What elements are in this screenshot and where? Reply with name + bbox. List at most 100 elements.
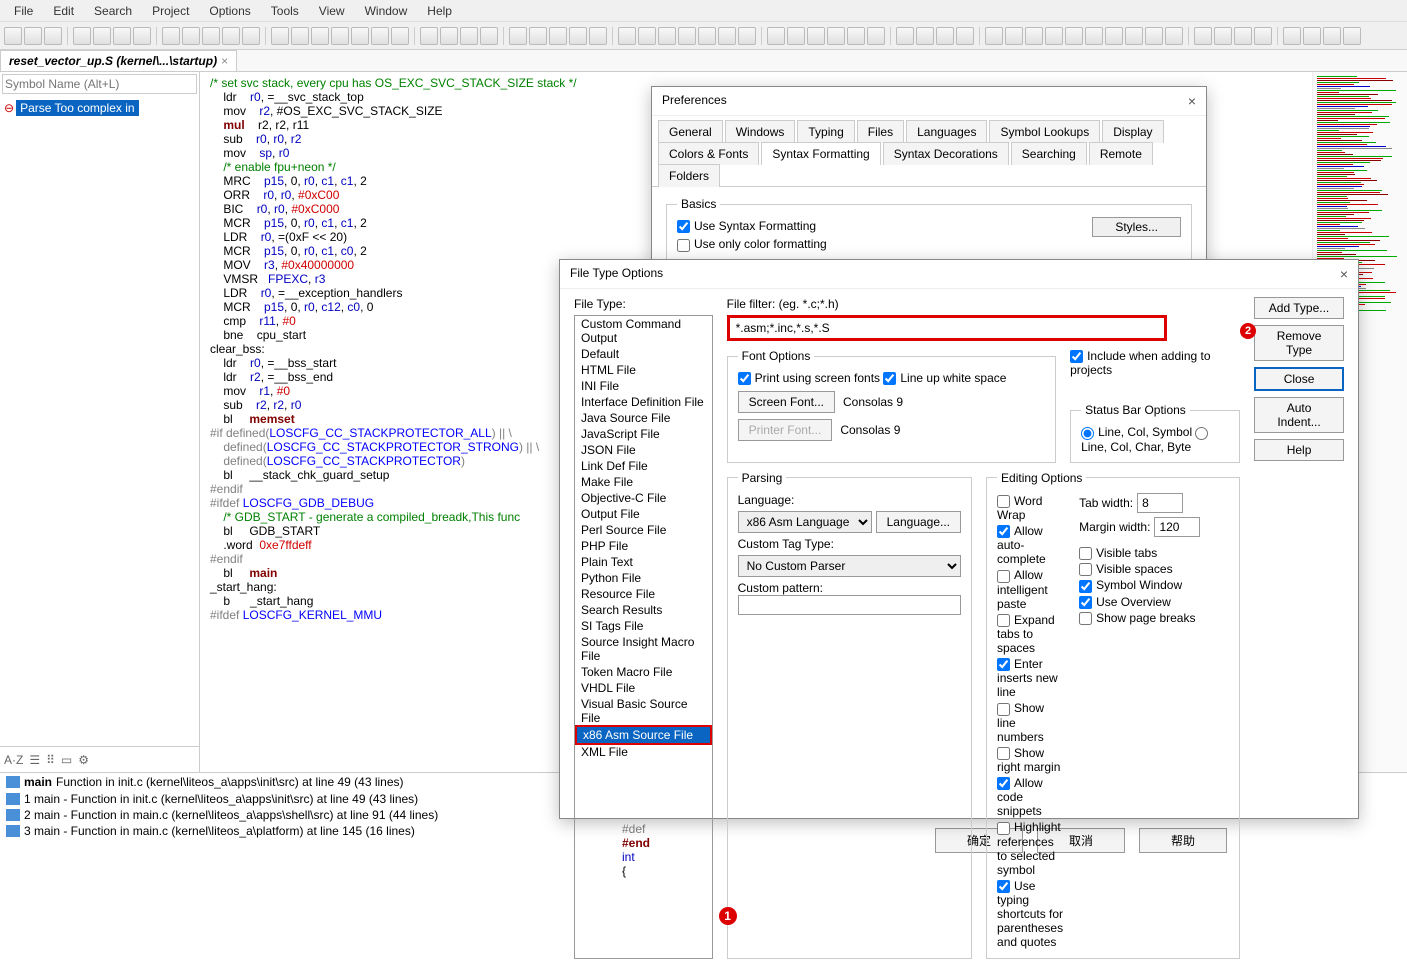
tb-btn[interactable] (1145, 27, 1163, 45)
book-icon[interactable]: ▭ (61, 753, 72, 767)
file-type-item[interactable]: Link Def File (575, 458, 712, 474)
tab-folders[interactable]: Folders (658, 164, 720, 187)
tb-btn[interactable] (162, 27, 180, 45)
file-type-item[interactable]: VHDL File (575, 680, 712, 696)
gear-icon[interactable]: ⚙ (78, 753, 89, 767)
edit-option[interactable]: Visible spaces (1079, 561, 1229, 577)
menu-window[interactable]: Window (355, 4, 418, 18)
tb-btn[interactable] (1303, 27, 1321, 45)
tb-btn[interactable] (93, 27, 111, 45)
tb-btn[interactable] (1194, 27, 1212, 45)
tb-btn[interactable] (420, 27, 438, 45)
tb-btn[interactable] (1125, 27, 1143, 45)
tb-btn[interactable] (1323, 27, 1341, 45)
help-button[interactable]: Help (1254, 439, 1344, 461)
tb-btn[interactable] (787, 27, 805, 45)
tb-btn[interactable] (738, 27, 756, 45)
edit-option[interactable]: Allow intelligent paste (997, 567, 1063, 611)
tab-syntax-formatting[interactable]: Syntax Formatting (761, 142, 880, 165)
custom-parser-select[interactable]: No Custom Parser (738, 555, 961, 577)
add-type-button[interactable]: Add Type... (1254, 297, 1344, 319)
tab-languages[interactable]: Languages (906, 120, 987, 143)
edit-option[interactable]: Enter inserts new line (997, 656, 1063, 700)
file-type-item[interactable]: PHP File (575, 538, 712, 554)
tb-btn[interactable] (916, 27, 934, 45)
tab-windows[interactable]: Windows (725, 120, 796, 143)
grid-icon[interactable]: ⠿ (46, 753, 55, 767)
tab-colors-fonts[interactable]: Colors & Fonts (658, 142, 759, 165)
tab-searching[interactable]: Searching (1011, 142, 1087, 165)
edit-option[interactable]: Show right margin (997, 745, 1063, 775)
tb-btn[interactable] (440, 27, 458, 45)
file-type-item[interactable]: Make File (575, 474, 712, 490)
file-type-item[interactable]: Visual Basic Source File (575, 696, 712, 726)
edit-option[interactable]: Highlight references to selected symbol (997, 819, 1063, 877)
tb-btn[interactable] (351, 27, 369, 45)
edit-option[interactable]: Use Overview (1079, 594, 1229, 610)
tb-btn[interactable] (985, 27, 1003, 45)
tab-symbol-lookups[interactable]: Symbol Lookups (989, 120, 1100, 143)
tb-btn[interactable] (807, 27, 825, 45)
file-type-item[interactable]: Search Results (575, 602, 712, 618)
close-button[interactable]: Close (1254, 367, 1344, 391)
file-type-item[interactable]: JSON File (575, 442, 712, 458)
menu-file[interactable]: File (4, 4, 43, 18)
tb-btn[interactable] (182, 27, 200, 45)
tb-btn[interactable] (113, 27, 131, 45)
menu-view[interactable]: View (309, 4, 355, 18)
menu-search[interactable]: Search (84, 4, 142, 18)
tb-btn[interactable] (222, 27, 240, 45)
tb-btn[interactable] (460, 27, 478, 45)
file-type-item[interactable]: Token Macro File (575, 664, 712, 680)
tb-btn[interactable] (1045, 27, 1063, 45)
printer-font-button[interactable]: Printer Font... (738, 419, 833, 441)
file-type-item[interactable]: Objective-C File (575, 490, 712, 506)
tb-btn[interactable] (896, 27, 914, 45)
sort-icon[interactable]: A·Z (4, 753, 23, 767)
file-type-item[interactable]: HTML File (575, 362, 712, 378)
tb-btn[interactable] (480, 27, 498, 45)
list-icon[interactable]: ☰ (29, 753, 40, 767)
language-button[interactable]: Language... (876, 511, 961, 533)
tb-btn[interactable] (271, 27, 289, 45)
file-type-item[interactable]: Resource File (575, 586, 712, 602)
tab-general[interactable]: General (658, 120, 723, 143)
tb-btn[interactable] (569, 27, 587, 45)
tab-typing[interactable]: Typing (797, 120, 854, 143)
tb-btn[interactable] (1234, 27, 1252, 45)
tb-btn[interactable] (827, 27, 845, 45)
tb-btn[interactable] (1085, 27, 1103, 45)
menu-edit[interactable]: Edit (43, 4, 84, 18)
menu-help[interactable]: Help (417, 4, 462, 18)
menu-tools[interactable]: Tools (261, 4, 309, 18)
symbol-item[interactable]: Parse Too complex in (16, 100, 139, 116)
edit-option[interactable]: Word Wrap (997, 493, 1063, 523)
tab-files[interactable]: Files (857, 120, 904, 143)
file-type-item[interactable]: Default (575, 346, 712, 362)
auto-indent-button[interactable]: Auto Indent... (1254, 397, 1344, 433)
styles-button[interactable]: Styles... (1092, 217, 1181, 237)
tab-syntax-decorations[interactable]: Syntax Decorations (883, 142, 1009, 165)
tb-btn[interactable] (589, 27, 607, 45)
file-filter-input[interactable] (727, 315, 1167, 341)
file-type-item[interactable]: JavaScript File (575, 426, 712, 442)
tb-btn[interactable] (698, 27, 716, 45)
tb-btn[interactable] (767, 27, 785, 45)
tb-btn[interactable] (133, 27, 151, 45)
tb-btn[interactable] (956, 27, 974, 45)
file-tab[interactable]: reset_vector_up.S (kernel\...\startup) × (0, 50, 237, 71)
tb-btn[interactable] (638, 27, 656, 45)
tb-btn[interactable] (658, 27, 676, 45)
tb-btn[interactable] (678, 27, 696, 45)
tb-btn[interactable] (24, 27, 42, 45)
symbol-tree[interactable]: ⊖Parse Too complex in (0, 96, 199, 746)
print-fonts-checkbox[interactable]: Print using screen fonts (738, 371, 880, 385)
edit-option[interactable]: Allow code snippets (997, 775, 1063, 819)
tb-btn[interactable] (936, 27, 954, 45)
file-type-item[interactable]: Interface Definition File (575, 394, 712, 410)
tb-btn[interactable] (4, 27, 22, 45)
lineup-checkbox[interactable]: Line up white space (883, 371, 1006, 385)
tab-remote[interactable]: Remote (1089, 142, 1153, 165)
tab-display[interactable]: Display (1102, 120, 1163, 143)
file-type-item[interactable]: XML File (575, 744, 712, 760)
